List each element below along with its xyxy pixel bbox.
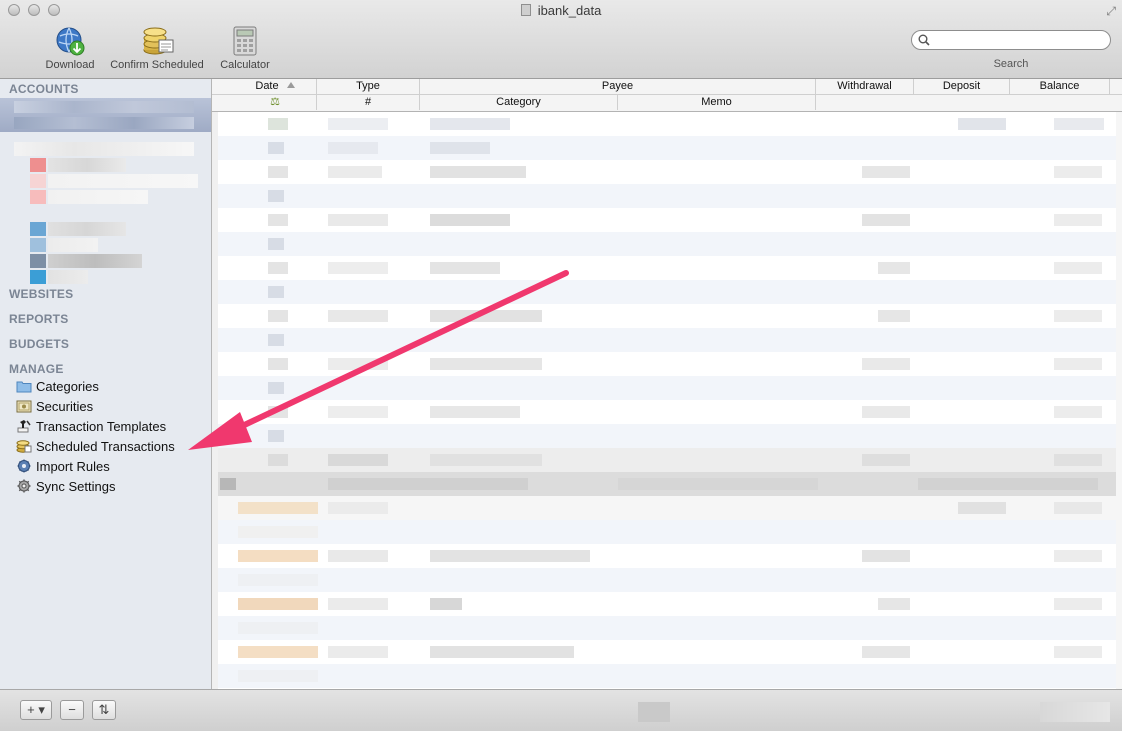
add-menu-button[interactable]: + ▾ [20, 700, 52, 720]
search-label: Search [993, 58, 1029, 70]
account-color-swatch [30, 270, 46, 284]
accounts-heading[interactable]: ACCOUNTS [9, 82, 79, 96]
download-globe-icon [55, 26, 85, 56]
gear-badge-icon [17, 459, 31, 473]
download-button[interactable]: Download [40, 26, 100, 71]
budgets-heading[interactable]: BUDGETS [9, 337, 69, 351]
account-row-blurred[interactable] [48, 270, 88, 284]
table-row[interactable] [218, 544, 1116, 568]
table-row[interactable] [218, 496, 1116, 520]
table-row[interactable] [218, 304, 1116, 328]
coins-icon [16, 440, 32, 453]
sort-toggle-button[interactable]: ⇅ [92, 700, 116, 720]
confirm-scheduled-button[interactable]: Confirm Scheduled [104, 26, 210, 71]
column-header-number[interactable]: # [317, 95, 420, 110]
sort-ascending-icon [286, 82, 295, 88]
account-row-blurred[interactable] [48, 238, 98, 252]
table-row[interactable] [218, 400, 1116, 424]
column-header-memo[interactable]: Memo [618, 95, 816, 110]
column-header-deposit[interactable]: Deposit [914, 79, 1010, 94]
column-header-cleared[interactable]: ⚖ [234, 95, 317, 110]
account-row-blurred[interactable] [14, 142, 194, 156]
account-row-blurred[interactable] [14, 117, 194, 129]
account-color-swatch [30, 174, 46, 188]
certificate-icon [16, 400, 32, 413]
bottom-bar: + ▾ − ⇅ [0, 689, 1122, 731]
transaction-table-body [218, 112, 1116, 689]
table-row[interactable] [218, 424, 1116, 448]
account-row-blurred[interactable] [48, 222, 126, 236]
calculator-icon [230, 26, 260, 56]
vertical-scrollbar[interactable] [1116, 112, 1122, 689]
column-header-withdrawal[interactable]: Withdrawal [816, 79, 914, 94]
table-row[interactable] [218, 664, 1116, 688]
account-row-blurred[interactable] [48, 254, 142, 268]
table-row[interactable] [218, 448, 1116, 472]
gear-icon [17, 479, 31, 493]
account-row-blurred[interactable] [48, 174, 198, 188]
document-icon [520, 4, 531, 16]
account-color-swatch [30, 254, 46, 268]
calculator-button[interactable]: Calculator [214, 26, 276, 71]
column-header-payee[interactable]: Payee [420, 79, 816, 94]
column-header-category[interactable]: Category [420, 95, 618, 110]
table-row[interactable] [218, 472, 1116, 496]
table-row[interactable] [218, 640, 1116, 664]
blurred-status [638, 702, 670, 722]
table-row[interactable] [218, 256, 1116, 280]
account-row-blurred[interactable] [48, 190, 148, 204]
reports-heading[interactable]: REPORTS [9, 312, 68, 326]
sidebar-item-transaction-templates[interactable]: Transaction Templates [16, 417, 166, 435]
table-row[interactable] [218, 592, 1116, 616]
search-input[interactable] [934, 33, 1108, 49]
sidebar-item-sync-settings[interactable]: Sync Settings [16, 477, 116, 495]
table-row[interactable] [218, 352, 1116, 376]
account-color-swatch [30, 158, 46, 172]
websites-heading[interactable]: WEBSITES [9, 287, 73, 301]
account-color-swatch [30, 190, 46, 204]
sidebar: ACCOUNTS WEBSITES REPORTS BUDGETS MANAGE… [0, 79, 212, 689]
coins-icon [142, 26, 174, 56]
account-row-blurred[interactable] [48, 158, 126, 172]
column-header-balance[interactable]: Balance [1010, 79, 1110, 94]
table-row[interactable] [218, 616, 1116, 640]
window-title: ibank_data [0, 3, 1122, 18]
remove-button[interactable]: − [60, 700, 84, 720]
window-toolbar: ibank_data ⤢ Download Confirm Scheduled … [0, 0, 1122, 79]
folder-icon [16, 381, 32, 393]
account-color-swatch [30, 238, 46, 252]
sidebar-item-securities[interactable]: Securities [16, 397, 93, 415]
manage-heading[interactable]: MANAGE [9, 362, 64, 376]
table-row[interactable] [218, 160, 1116, 184]
table-row[interactable] [218, 568, 1116, 592]
sidebar-item-categories[interactable]: Categories [16, 377, 99, 395]
column-header-date[interactable]: Date [234, 79, 317, 94]
table-row[interactable] [218, 184, 1116, 208]
account-color-swatch [30, 222, 46, 236]
search-icon [918, 34, 930, 46]
table-row[interactable] [218, 208, 1116, 232]
search-field[interactable] [911, 30, 1111, 50]
table-row[interactable] [218, 112, 1116, 136]
sidebar-item-scheduled-transactions[interactable]: Scheduled Transactions [16, 437, 175, 455]
blurred-total [1040, 702, 1110, 722]
table-row[interactable] [218, 328, 1116, 352]
table-row[interactable] [218, 232, 1116, 256]
table-row[interactable] [218, 136, 1116, 160]
stamp-icon [17, 420, 31, 433]
fullscreen-icon[interactable]: ⤢ [1106, 4, 1116, 19]
table-row[interactable] [218, 280, 1116, 304]
column-header-type[interactable]: Type [317, 79, 420, 94]
table-row[interactable] [218, 376, 1116, 400]
sidebar-item-import-rules[interactable]: Import Rules [16, 457, 110, 475]
account-row-blurred[interactable] [14, 101, 194, 113]
transaction-table-header: Date Type Payee Withdrawal Deposit Balan… [212, 79, 1122, 112]
table-row[interactable] [218, 520, 1116, 544]
